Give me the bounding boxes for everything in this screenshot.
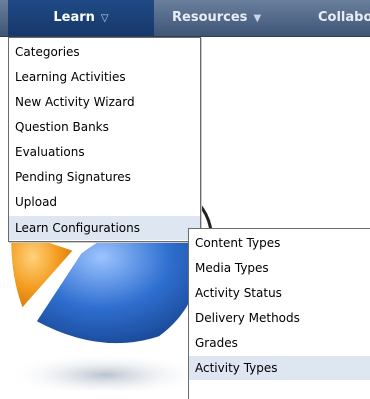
logo-reflection	[5, 353, 205, 390]
menu-item-evaluations[interactable]: Evaluations	[9, 140, 200, 164]
menu-item-new-activity-wizard[interactable]: New Activity Wizard	[9, 90, 200, 114]
submenu-item-content-types[interactable]: Content Types	[189, 231, 370, 255]
nav-collaboration[interactable]: Collabor	[318, 0, 370, 36]
nav-collaboration-label: Collabor	[318, 10, 370, 25]
menu-item-pending-signatures[interactable]: Pending Signatures	[9, 165, 200, 189]
chevron-down-icon: ▽	[100, 13, 109, 24]
top-nav-bar: Learn ▽ Resources ▼ Collabor	[0, 0, 370, 37]
submenu-item-delivery-methods[interactable]: Delivery Methods	[189, 306, 370, 330]
chevron-down-icon: ▼	[253, 13, 262, 24]
learn-dropdown-menu: Categories Learning Activities New Activ…	[8, 37, 201, 242]
submenu-item-media-types[interactable]: Media Types	[189, 256, 370, 280]
nav-learn[interactable]: Learn ▽	[8, 0, 154, 36]
menu-item-learning-activities[interactable]: Learning Activities	[9, 65, 200, 89]
nav-resources-label: Resources	[172, 10, 248, 25]
menu-item-question-banks[interactable]: Question Banks	[9, 115, 200, 139]
submenu-item-grades[interactable]: Grades	[189, 331, 370, 355]
nav-resources[interactable]: Resources ▼	[172, 0, 267, 36]
submenu-item-activity-status[interactable]: Activity Status	[189, 281, 370, 305]
submenu-item-activity-types[interactable]: Activity Types	[189, 356, 370, 380]
menu-item-categories[interactable]: Categories	[9, 40, 200, 64]
menu-item-learn-configurations[interactable]: Learn Configurations	[9, 216, 200, 240]
learn-configurations-submenu: Content Types Media Types Activity Statu…	[188, 228, 370, 399]
menu-item-upload[interactable]: Upload	[9, 190, 200, 214]
nav-learn-label: Learn	[53, 10, 95, 25]
